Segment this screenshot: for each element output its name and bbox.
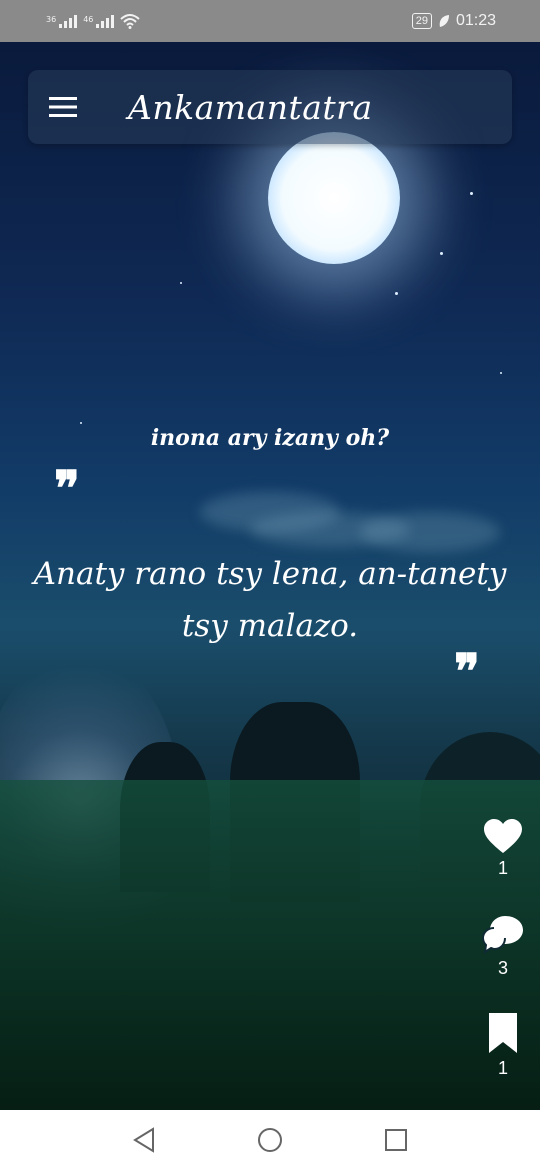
wifi-icon [120,14,141,29]
bookmark-count: 1 [497,1058,508,1078]
signal-icon: 46 [83,14,115,28]
bookmark-button[interactable]: 1 [476,1012,530,1079]
star [80,422,82,424]
status-bar: 36 46 29 01:23 [0,0,540,42]
comment-button[interactable]: 3 [476,914,530,979]
heart-icon [484,819,522,853]
signal-label-1: 36 [46,14,57,24]
back-icon [133,1127,154,1153]
app-bar: Ankamantatra [28,70,512,144]
status-left: 36 46 [46,13,141,29]
star [500,372,502,374]
recents-icon [385,1129,407,1151]
signal-icon: 36 [46,14,78,28]
signal-label-2: 46 [83,14,94,24]
riddle-question: inona ary izany oh? [150,425,390,451]
star [470,192,473,195]
cloud [360,512,500,552]
bookmark-icon [489,1013,517,1053]
comment-count: 3 [497,958,508,978]
home-button[interactable] [250,1120,290,1160]
star [180,282,182,284]
home-icon [258,1128,282,1152]
star [440,252,443,255]
quote-close-icon: ❞ [454,644,480,700]
menu-button[interactable] [28,70,98,144]
riddle-text: Anaty rano tsy lena, an-tanety tsy malaz… [33,556,507,644]
recents-button[interactable] [376,1120,416,1160]
star [395,292,398,295]
app-title: Ankamantatra [128,87,373,127]
system-nav-bar [0,1110,540,1170]
like-count: 1 [497,858,508,878]
quote-open-icon: ❞ [54,461,80,517]
grass-field [0,780,540,1110]
status-right: 29 01:23 [411,12,496,30]
comment-icon [482,916,523,954]
battery-icon: 29 [411,13,432,29]
menu-icon [49,97,77,117]
moon [268,132,400,264]
back-button[interactable] [124,1120,164,1160]
like-button[interactable]: 1 [476,818,530,879]
clock: 01:23 [455,12,496,29]
leaf-icon [439,15,449,27]
